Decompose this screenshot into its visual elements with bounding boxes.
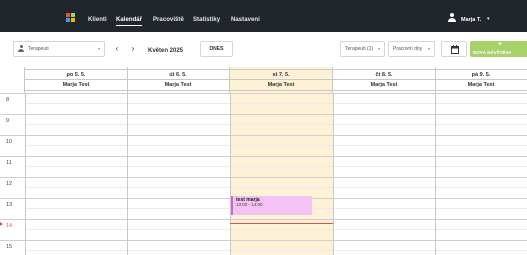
therapist-select-value: Terapeuti <box>28 46 49 52</box>
column-divider <box>333 93 334 255</box>
therapists-filter-select[interactable]: Terapeuti (1) ▾ <box>340 41 385 57</box>
new-visit-button[interactable]: + NOVÁ NÁVŠTĚVA <box>470 41 527 57</box>
hour-label: 8 <box>6 97 10 103</box>
column-divider <box>25 93 26 255</box>
current-time-line <box>230 223 333 224</box>
day-header-mon[interactable]: po 5. 5. Marja Test <box>25 67 128 93</box>
hour-label: 9 <box>6 118 10 124</box>
nav-item-statistiky[interactable]: Statistiky <box>193 17 220 23</box>
day-therapist: Marja Test <box>333 80 435 91</box>
today-button[interactable]: DNES <box>200 41 233 57</box>
day-therapist: Marja Test <box>230 80 332 91</box>
days-filter-select[interactable]: Pracovní dny ▾ <box>388 41 435 57</box>
hour-line <box>0 219 527 220</box>
next-week-button[interactable]: › <box>127 42 139 56</box>
therapists-filter-value: Terapeuti (1) <box>345 46 374 52</box>
hour-label: 11 <box>6 160 12 166</box>
half-hour-line <box>25 103 527 104</box>
half-hour-line <box>25 166 527 167</box>
hour-line <box>0 240 527 241</box>
hour-line <box>0 156 527 157</box>
nav-item-pracoviste[interactable]: Pracoviště <box>153 17 184 23</box>
day-date: pá 9. 5. <box>435 69 527 80</box>
user-name: Marja T. <box>461 17 482 23</box>
calendar-toolbar: Terapeuti ▾ ‹ › Květen 2025 DNES Terapeu… <box>0 32 527 67</box>
day-therapist: Marja Test <box>435 80 527 91</box>
time-grid[interactable]: 8 9 10 11 12 13 14 15 test marja 13:00 -… <box>0 93 527 255</box>
calendar-icon <box>451 45 459 54</box>
top-navigation: Klienti Kalendář Pracoviště Statistiky N… <box>0 0 527 32</box>
hour-line <box>0 135 527 136</box>
day-header-fri[interactable]: pá 9. 5. Marja Test <box>435 67 527 93</box>
new-visit-label: NOVÁ NÁVŠTĚVA <box>473 50 512 55</box>
chevron-down-icon: ▾ <box>427 46 430 51</box>
event-time: 13:00 - 14:00 <box>236 202 263 207</box>
chevron-down-icon: ▾ <box>377 46 380 51</box>
app-logo-icon[interactable] <box>66 13 75 22</box>
person-icon <box>18 45 24 53</box>
nav-item-kalendar[interactable]: Kalendář <box>116 17 143 26</box>
hour-label: 12 <box>6 181 13 187</box>
date-picker-button[interactable] <box>441 41 467 57</box>
chevron-down-icon: ▾ <box>487 16 490 22</box>
hour-label: 15 <box>6 244 13 250</box>
day-therapist: Marja Test <box>25 80 127 91</box>
day-date: út 6. 5. <box>127 69 229 80</box>
day-date: čt 8. 5. <box>333 69 435 80</box>
half-hour-line <box>25 124 527 125</box>
plus-icon: + <box>497 41 503 48</box>
today-column <box>230 93 333 255</box>
day-header-tue[interactable]: út 6. 5. Marja Test <box>127 67 230 93</box>
hour-label: 10 <box>6 139 13 145</box>
half-hour-line <box>25 145 527 146</box>
day-header-wed[interactable]: st 7. 5. Marja Test <box>230 67 333 93</box>
calendar-header: po 5. 5. Marja Test út 6. 5. Marja Test … <box>0 67 527 93</box>
current-time-marker <box>0 222 3 226</box>
nav-item-klienti[interactable]: Klienti <box>88 17 107 23</box>
column-divider <box>127 93 128 255</box>
hour-label: 13 <box>6 202 13 208</box>
half-hour-line <box>25 187 527 188</box>
day-header-thu[interactable]: čt 8. 5. Marja Test <box>333 67 436 93</box>
half-hour-line <box>25 250 527 251</box>
hour-line <box>0 114 527 115</box>
hour-label-current: 14 <box>6 223 13 229</box>
column-divider <box>435 93 436 255</box>
current-month-label: Květen 2025 <box>148 48 184 54</box>
chevron-down-icon: ▾ <box>97 46 100 51</box>
prev-week-button[interactable]: ‹ <box>111 42 123 56</box>
day-date: po 5. 5. <box>25 69 127 80</box>
hour-line <box>0 177 527 178</box>
days-filter-value: Pracovní dny <box>393 46 423 52</box>
nav-item-nastaveni[interactable]: Nastavení <box>231 17 260 23</box>
time-gutter-header <box>0 67 25 93</box>
hour-line <box>0 93 527 94</box>
user-icon <box>448 13 456 23</box>
day-therapist: Marja Test <box>127 80 229 91</box>
calendar-event[interactable]: test marja 13:00 - 14:00 <box>231 196 312 215</box>
day-date: st 7. 5. <box>230 69 332 80</box>
week-calendar: po 5. 5. Marja Test út 6. 5. Marja Test … <box>0 67 527 255</box>
therapist-select[interactable]: Terapeuti ▾ <box>13 41 105 57</box>
half-hour-line <box>25 229 527 230</box>
column-divider <box>230 93 231 255</box>
